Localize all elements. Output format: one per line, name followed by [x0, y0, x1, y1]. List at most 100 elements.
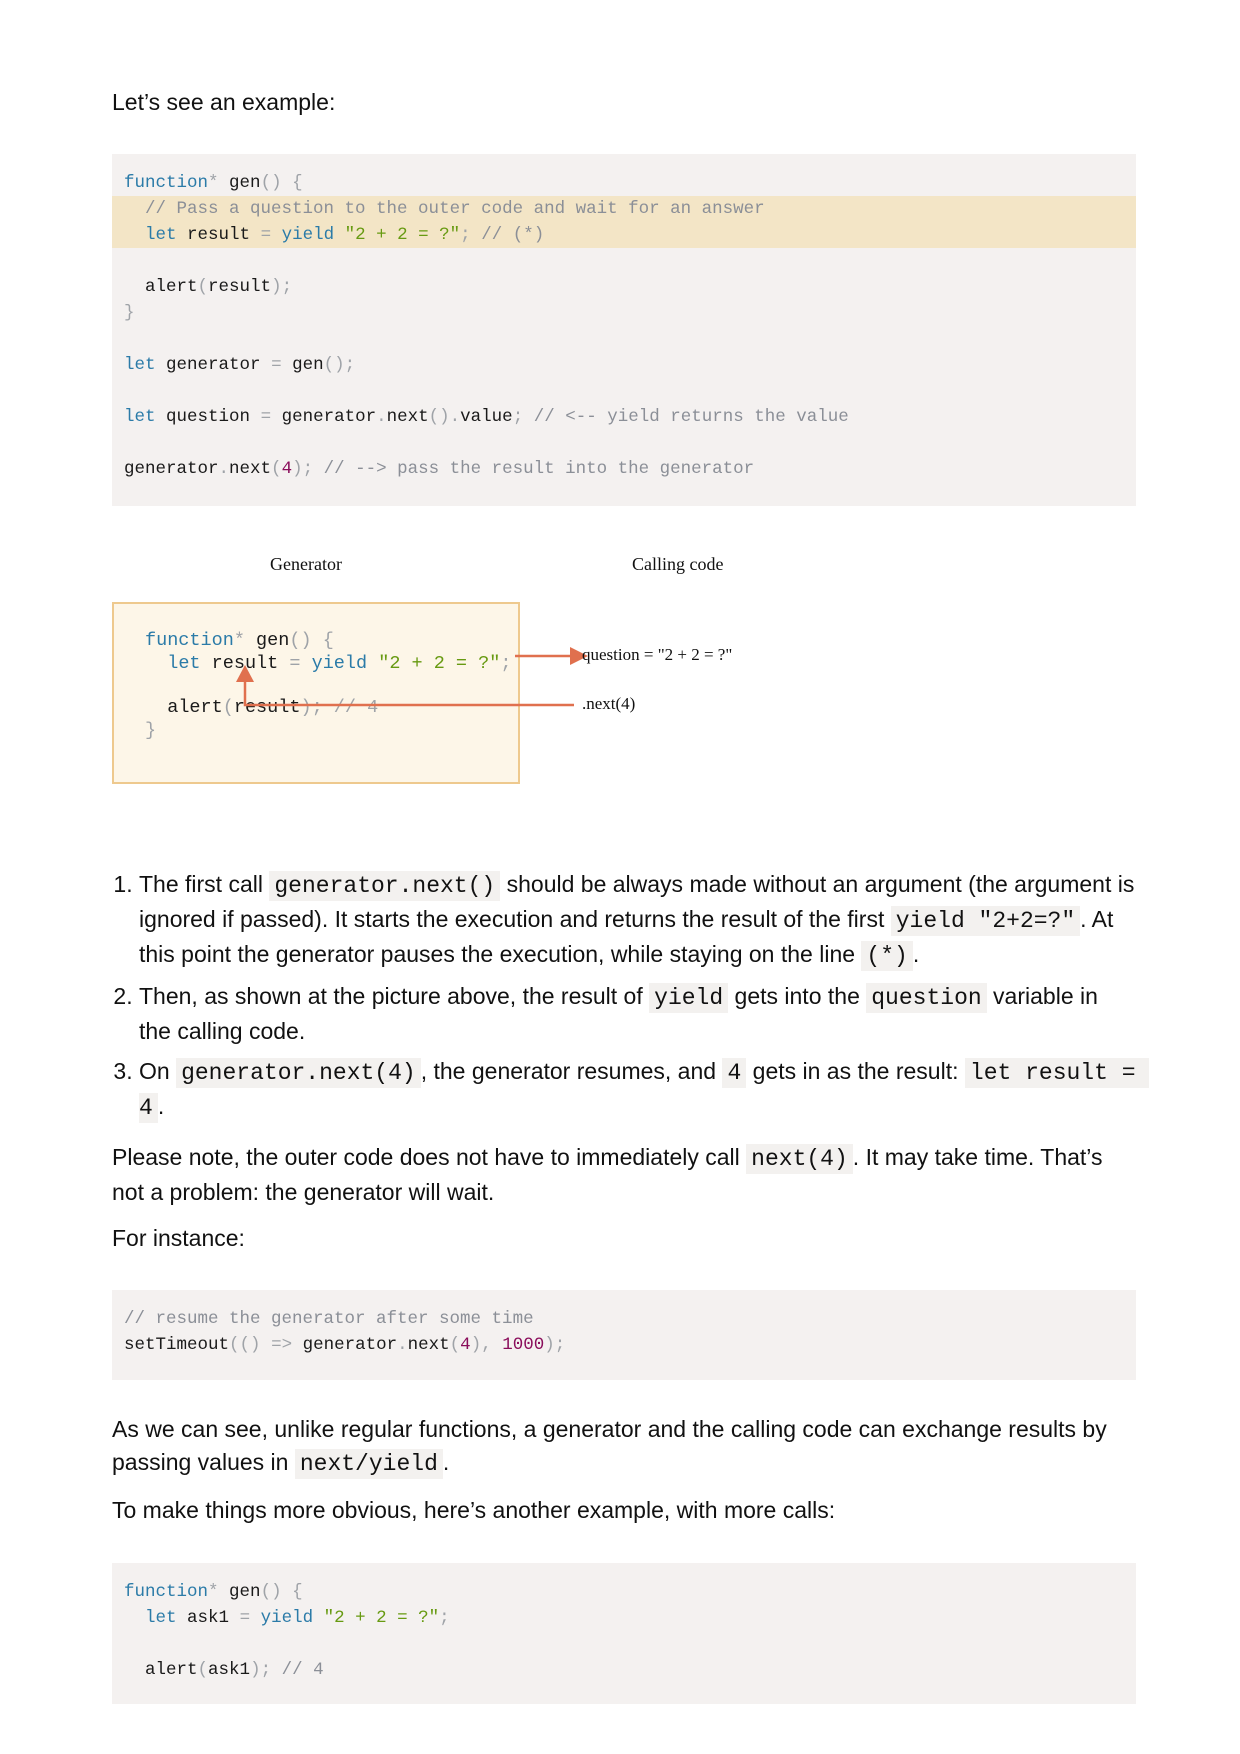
operator: (): [260, 1582, 282, 1602]
inline-code: next(4): [746, 1144, 853, 1174]
identifier: value: [460, 407, 513, 427]
operator: );: [250, 1660, 272, 1680]
identifier: generator: [166, 355, 261, 375]
identifier: question: [166, 407, 251, 427]
string: "2 + 2 = ?": [323, 1608, 440, 1628]
operator: }: [124, 303, 135, 323]
keyword: let: [145, 225, 177, 245]
code-example-1: function* gen() { // Pass a question to …: [112, 154, 1136, 506]
operator: (: [197, 1660, 209, 1680]
identifier: alert: [145, 1660, 198, 1680]
code-line: // resume the generator after some time: [112, 1306, 1136, 1332]
comment: // resume the generator after some time: [124, 1309, 534, 1329]
identifier: result: [187, 225, 251, 245]
list-item: On generator.next(4), the generator resu…: [139, 1055, 1150, 1125]
identifier: generator: [124, 459, 219, 479]
inline-code: next/yield: [294, 1449, 443, 1479]
operator: =: [271, 355, 282, 375]
identifier: next: [229, 459, 272, 479]
step-text: Then, as shown at the picture above, the…: [139, 983, 650, 1009]
paragraph-text: .: [442, 1449, 450, 1475]
operator: (): [428, 407, 450, 427]
identifier: alert: [145, 277, 198, 297]
question-label: question = "2 + 2 = ?": [582, 645, 733, 664]
next-arrow: [243, 680, 574, 707]
comment: // <-- yield returns the value: [533, 407, 849, 427]
string: "2 + 2 = ?": [344, 225, 461, 245]
identifier: next: [407, 1335, 450, 1355]
operator: =: [260, 225, 272, 245]
operator: );: [292, 459, 314, 479]
code-line: let generator = gen();: [112, 352, 1136, 378]
identifier: setTimeout: [124, 1335, 230, 1355]
comment: // (*): [481, 225, 545, 245]
steps-list: The first call generator.next() should b…: [112, 868, 1150, 1125]
code-example-2: // resume the generator after some time …: [112, 1290, 1136, 1380]
operator: =: [239, 1608, 251, 1628]
keyword: yield: [281, 225, 335, 245]
inline-code: yield: [649, 983, 729, 1013]
identifier: gen: [229, 1582, 261, 1602]
diagram-arrows: [236, 647, 588, 707]
operator: (: [449, 1335, 461, 1355]
operator: ;: [460, 225, 471, 245]
operator: .: [449, 407, 461, 427]
step-text: On: [139, 1058, 177, 1084]
code-line: let ask1 = yield "2 + 2 = ?";: [112, 1605, 1136, 1631]
inline-code: yield "2+2=?": [890, 906, 1081, 936]
operator: {: [292, 1582, 303, 1602]
list-item: The first call generator.next() should b…: [139, 868, 1136, 973]
comment: // --> pass the result into the generato…: [323, 459, 755, 479]
number: 1000: [502, 1335, 545, 1355]
operator: );: [271, 277, 293, 297]
code-line: function* gen() {: [112, 170, 1136, 196]
inline-code: (*): [861, 941, 913, 971]
comment: // 4: [281, 1660, 324, 1680]
paragraph-text: Please note, the outer code does not hav…: [112, 1144, 747, 1170]
number: 4: [281, 459, 293, 479]
operator: (: [197, 277, 209, 297]
operator: =: [260, 407, 272, 427]
identifier: generator: [302, 1335, 398, 1355]
generator-diagram: Generator Calling code function* gen() {…: [112, 548, 1136, 808]
operator: ((: [229, 1335, 251, 1355]
list-item: Then, as shown at the picture above, the…: [139, 980, 1136, 1048]
keyword: let: [124, 407, 156, 427]
operator: );: [544, 1335, 566, 1355]
identifier: gen: [229, 173, 261, 193]
inline-code: question: [866, 983, 987, 1013]
for-instance-text: For instance:: [112, 1225, 245, 1251]
inline-code: generator.next(4): [176, 1058, 421, 1088]
step-text: gets into the: [728, 983, 867, 1009]
identifier: generator: [281, 407, 377, 427]
step-text: .: [157, 1093, 165, 1119]
code-line-highlighted: let result = yield "2 + 2 = ?"; // (*): [112, 222, 1136, 248]
keyword: let: [124, 355, 156, 375]
paragraph-text: As we can see, unlike regular functions,…: [112, 1416, 1107, 1475]
operator: ;: [439, 1608, 450, 1628]
operator: ),: [470, 1335, 492, 1355]
keyword: yield: [260, 1608, 314, 1628]
code-line: generator.next(4); // --> pass the resul…: [112, 456, 1136, 482]
step-text: The first call: [139, 871, 270, 897]
code-line: let question = generator.next().value; /…: [112, 404, 1136, 430]
identifier: result: [208, 277, 272, 297]
note-paragraph: Please note, the outer code does not hav…: [112, 1141, 1136, 1209]
inline-code: 4: [722, 1058, 747, 1088]
operator: ();: [323, 355, 356, 375]
code-line: function* gen() {: [112, 1579, 1136, 1605]
identifier: next: [386, 407, 429, 427]
code-line: }: [112, 300, 1136, 326]
operator: *: [208, 173, 219, 193]
summary-paragraph: As we can see, unlike regular functions,…: [112, 1413, 1136, 1481]
next-call-label: .next(4): [582, 694, 636, 713]
keyword: let: [145, 1608, 177, 1628]
operator: (): [260, 173, 282, 193]
code-line-highlighted: // Pass a question to the outer code and…: [112, 196, 1136, 222]
operator: .: [397, 1335, 408, 1355]
operator: (: [271, 459, 282, 479]
number: 4: [460, 1335, 471, 1355]
operator: ;: [512, 407, 524, 427]
keyword: function: [124, 1582, 209, 1602]
identifier: ask1: [187, 1608, 230, 1628]
